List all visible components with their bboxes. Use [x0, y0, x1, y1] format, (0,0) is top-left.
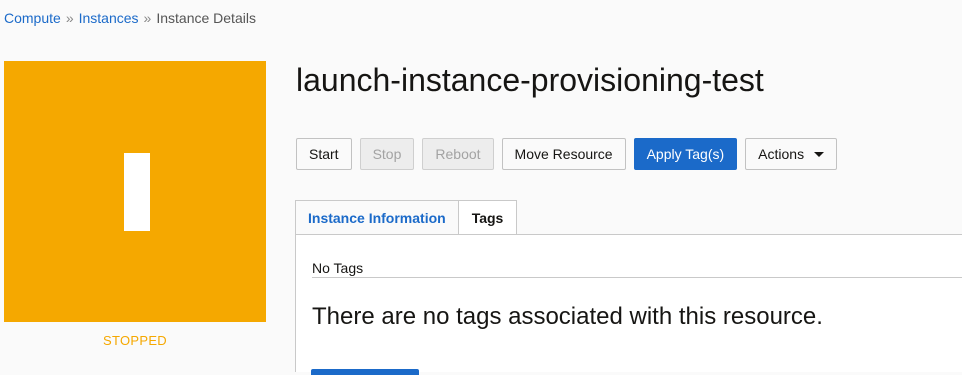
tab-instance-information[interactable]: Instance Information	[295, 200, 459, 235]
tab-tags[interactable]: Tags	[458, 200, 518, 235]
instance-icon-tile	[4, 61, 266, 322]
actions-dropdown-button[interactable]: Actions	[745, 138, 838, 170]
caret-down-icon	[814, 151, 825, 157]
detail-tabs: Instance Information Tags	[295, 200, 518, 235]
start-button[interactable]: Start	[296, 138, 352, 170]
breadcrumb-separator: »	[143, 10, 152, 26]
reboot-button: Reboot	[422, 138, 494, 170]
divider	[312, 277, 962, 278]
breadcrumb: Compute» Instances» Instance Details	[4, 10, 256, 26]
add-tags-button[interactable]	[311, 369, 419, 375]
apply-tags-button[interactable]: Apply Tag(s)	[633, 138, 738, 170]
stop-button: Stop	[359, 138, 415, 170]
no-tags-message: There are no tags associated with this r…	[312, 303, 823, 330]
instance-state-label: STOPPED	[103, 333, 167, 348]
instance-letter-icon	[124, 153, 150, 231]
page-title: launch-instance-provisioning-test	[296, 62, 764, 98]
breadcrumb-current: Instance Details	[156, 10, 256, 26]
move-resource-button[interactable]: Move Resource	[501, 138, 626, 170]
tags-heading: No Tags	[312, 260, 364, 276]
actions-dropdown-label: Actions	[758, 146, 805, 162]
breadcrumb-separator: »	[65, 10, 74, 26]
breadcrumb-compute-link[interactable]: Compute	[4, 10, 61, 26]
breadcrumb-instances-link[interactable]: Instances	[79, 10, 139, 26]
tags-panel: No Tags There are no tags associated wit…	[295, 234, 962, 375]
action-toolbar: Start Stop Reboot Move Resource Apply Ta…	[296, 138, 838, 170]
